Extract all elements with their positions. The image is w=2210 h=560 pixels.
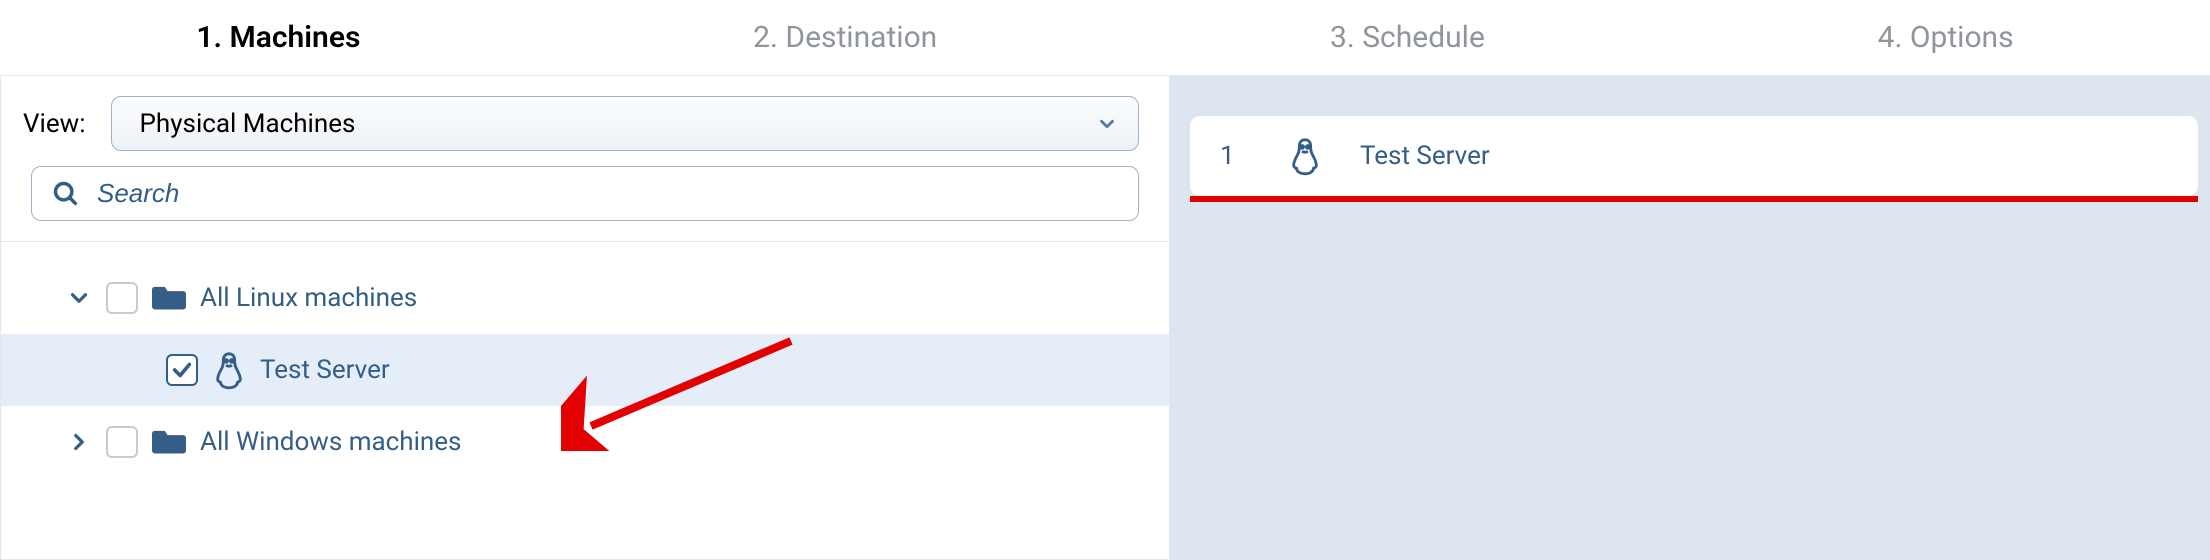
tree-item-test-server[interactable]: Test Server bbox=[1, 334, 1169, 406]
view-dropdown-value: Physical Machines bbox=[140, 109, 356, 139]
tree-group-linux[interactable]: All Linux machines bbox=[1, 262, 1169, 334]
chevron-down-icon bbox=[1096, 113, 1118, 135]
tree-item-label: Test Server bbox=[260, 355, 390, 385]
tab-machines[interactable]: 1. Machines bbox=[196, 20, 360, 55]
machines-panel: View: Physical Machines bbox=[0, 76, 1170, 560]
content-area: View: Physical Machines bbox=[0, 75, 2210, 560]
view-toolbar: View: Physical Machines bbox=[1, 76, 1169, 161]
search-input[interactable] bbox=[95, 177, 1118, 210]
folder-icon bbox=[152, 284, 186, 312]
tree-group-windows[interactable]: All Windows machines bbox=[1, 406, 1169, 478]
tab-destination[interactable]: 2. Destination bbox=[753, 20, 937, 55]
annotation-underline bbox=[1190, 196, 2198, 202]
view-label: View: bbox=[23, 109, 86, 139]
linux-icon bbox=[212, 351, 246, 389]
linux-icon bbox=[1288, 137, 1322, 175]
chevron-down-icon[interactable] bbox=[66, 285, 92, 311]
search-row bbox=[1, 161, 1169, 241]
selected-panel: 1 Test Server bbox=[1170, 76, 2210, 560]
chevron-right-icon[interactable] bbox=[66, 429, 92, 455]
checkbox-linux-group[interactable] bbox=[106, 282, 138, 314]
tab-options[interactable]: 4. Options bbox=[1878, 20, 2014, 55]
wizard-tabs: 1. Machines 2. Destination 3. Schedule 4… bbox=[0, 0, 2210, 75]
search-icon bbox=[52, 180, 80, 208]
folder-icon bbox=[152, 428, 186, 456]
tree-group-label: All Windows machines bbox=[200, 427, 461, 457]
checkbox-test-server[interactable] bbox=[166, 354, 198, 386]
tab-schedule[interactable]: 3. Schedule bbox=[1330, 20, 1485, 55]
selected-item-label: Test Server bbox=[1360, 141, 1490, 171]
tree-group-label: All Linux machines bbox=[200, 283, 417, 313]
selected-item-card[interactable]: 1 Test Server bbox=[1190, 116, 2198, 196]
machine-tree: All Linux machines Test Server bbox=[1, 242, 1169, 478]
checkbox-windows-group[interactable] bbox=[106, 426, 138, 458]
selected-item-index: 1 bbox=[1220, 141, 1250, 171]
search-box[interactable] bbox=[31, 166, 1139, 221]
view-dropdown[interactable]: Physical Machines bbox=[111, 96, 1140, 151]
